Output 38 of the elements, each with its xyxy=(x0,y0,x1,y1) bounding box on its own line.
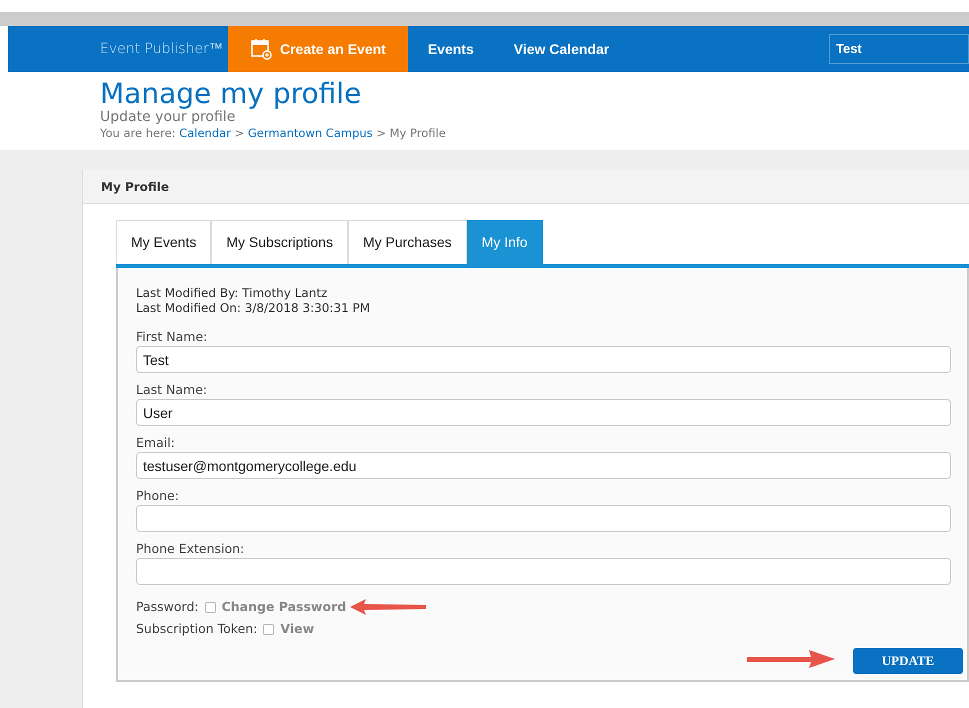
breadcrumb-link[interactable]: Calendar xyxy=(179,126,231,140)
modified-info: Last Modified On: 3/8/2018 3:30:31 PM xyxy=(136,301,372,316)
input-field[interactable]: Test xyxy=(136,346,951,373)
tab[interactable]: My Purchases xyxy=(348,220,467,264)
page-subtitle: Update your profile xyxy=(100,110,236,125)
input-field[interactable]: testuser@montgomerycollege.edu xyxy=(136,452,951,479)
page-title: Manage my profile xyxy=(100,78,362,110)
breadcrumb-separator: > xyxy=(234,126,244,140)
breadcrumb-label: You are here: xyxy=(100,126,177,140)
field-label: First Name: xyxy=(136,328,208,346)
tab[interactable]: My Events xyxy=(116,220,212,264)
update-button[interactable]: UPDATE xyxy=(853,648,963,674)
field-label: Email: xyxy=(136,434,176,452)
option-label: Password: xyxy=(136,598,199,616)
field-label: Phone Extension: xyxy=(136,540,246,558)
modified-info: Last Modified By: Timothy Lantz xyxy=(136,286,328,301)
checkbox[interactable] xyxy=(263,624,274,634)
option-link[interactable]: Change Password xyxy=(222,597,346,617)
input-field[interactable] xyxy=(136,505,951,532)
field-label: Phone: xyxy=(136,487,180,505)
panel-title: My Profile xyxy=(83,170,969,204)
option-link[interactable]: View xyxy=(280,619,314,639)
calendar-icon xyxy=(250,38,272,60)
breadcrumb-current: My Profile xyxy=(390,126,446,140)
nav-link[interactable]: View Calendar xyxy=(494,26,630,72)
breadcrumb-link[interactable]: Germantown Campus xyxy=(248,126,373,140)
tab[interactable]: My Info xyxy=(466,220,543,264)
nav-link[interactable]: Events xyxy=(408,26,494,72)
field-label: Last Name: xyxy=(136,381,208,399)
create-event-button[interactable]: Create an Event xyxy=(228,26,408,72)
checkbox[interactable] xyxy=(204,602,216,612)
tab[interactable]: My Subscriptions xyxy=(211,220,348,264)
breadcrumb-separator: > xyxy=(376,126,386,140)
brand-logo: Event Publisher™ xyxy=(100,40,224,58)
input-field[interactable]: User xyxy=(136,399,951,426)
input-field[interactable] xyxy=(136,558,951,585)
option-label: Subscription Token: xyxy=(136,620,258,638)
user-select[interactable]: Test xyxy=(829,34,969,64)
